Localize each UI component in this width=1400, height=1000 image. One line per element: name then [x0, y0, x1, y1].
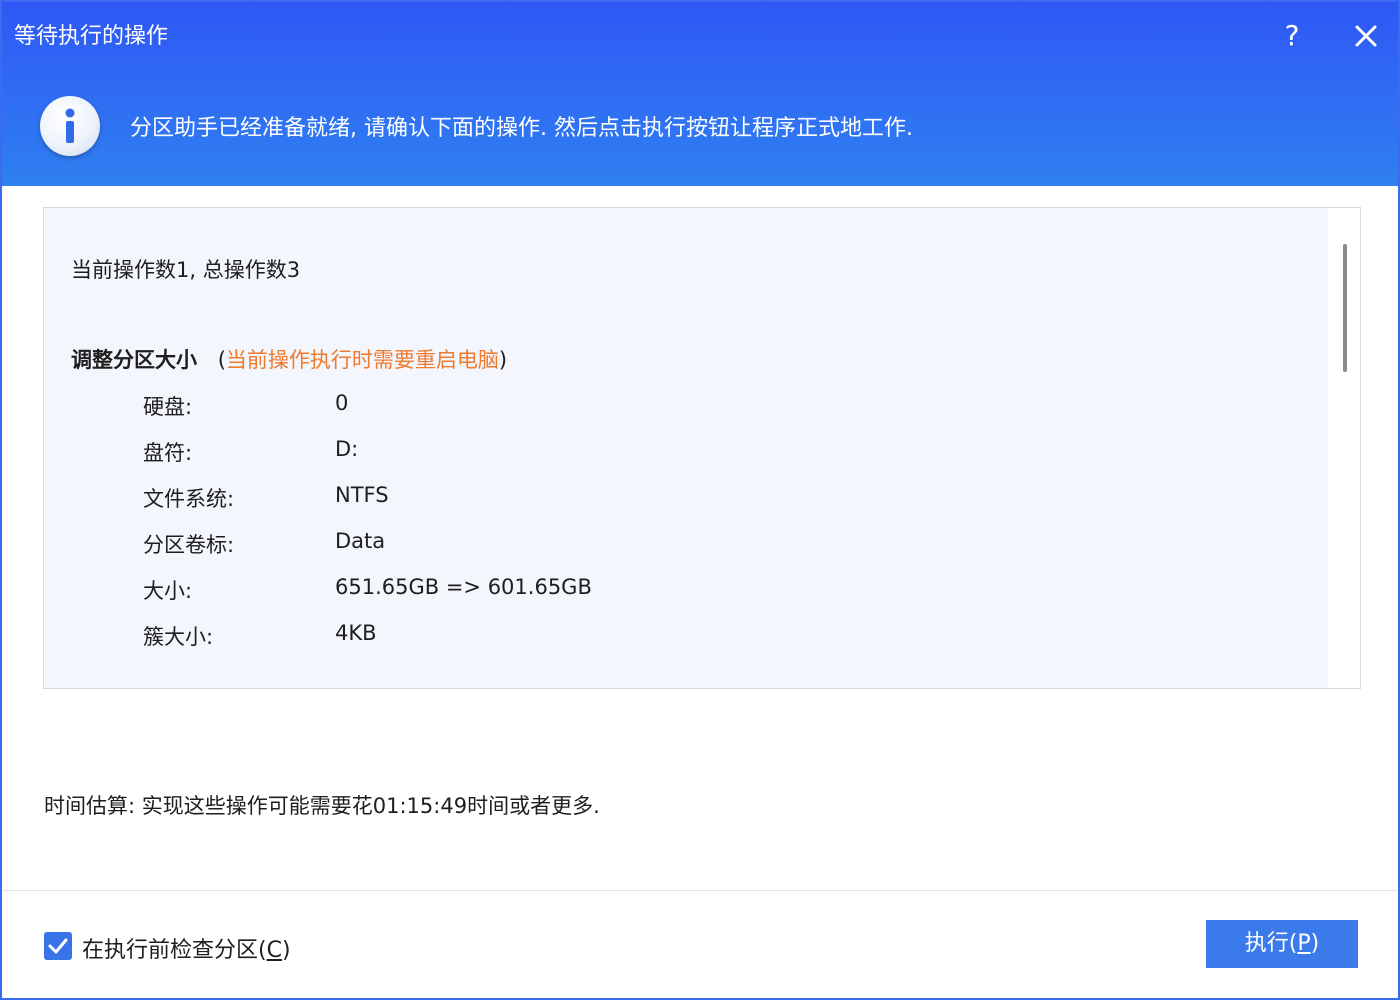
prop-label-filesystem: 文件系统: — [143, 487, 235, 511]
execute-mnemonic: P — [1297, 931, 1311, 956]
restart-warning: 当前操作执行时需要重启电脑 — [225, 348, 499, 372]
close-icon — [1355, 25, 1377, 47]
dialog-window: 等待执行的操作 ? 分区助手已经准备就绪, 请确认下面的操作. 然后点击执行按钮… — [0, 0, 1400, 1000]
operation-count: 当前操作数1, 总操作数3 — [71, 258, 301, 282]
prop-label-volume-label: 分区卷标: — [143, 533, 235, 557]
check-before-label: 在执行前检查分区(C) — [82, 938, 291, 963]
prop-value-volume-label: Data — [335, 529, 386, 553]
operations-panel: 当前操作数1, 总操作数3 调整分区大小 (当前操作执行时需要重启电脑) 硬盘:… — [43, 207, 1361, 689]
operation-name: 调整分区大小 — [71, 348, 197, 372]
footer-divider — [2, 890, 1398, 891]
prop-value-drive-letter: D: — [335, 437, 359, 461]
prop-value-disk: 0 — [335, 391, 349, 415]
scrollbar-thumb[interactable] — [1343, 244, 1347, 372]
check-before-checkbox[interactable] — [44, 932, 72, 960]
vertical-scrollbar[interactable] — [1328, 208, 1360, 688]
dialog-header: 等待执行的操作 ? 分区助手已经准备就绪, 请确认下面的操作. 然后点击执行按钮… — [2, 2, 1398, 186]
checkmark-icon — [48, 938, 68, 954]
info-icon — [40, 96, 100, 156]
prop-value-cluster-size: 4KB — [335, 621, 377, 645]
prop-value-filesystem: NTFS — [335, 483, 389, 507]
prop-label-cluster-size: 簇大小: — [143, 625, 214, 649]
info-message: 分区助手已经准备就绪, 请确认下面的操作. 然后点击执行按钮让程序正式地工作. — [130, 116, 913, 141]
prop-label-disk: 硬盘: — [143, 395, 193, 419]
execute-button[interactable]: 执行(P) — [1206, 920, 1358, 968]
check-before-mnemonic: C — [266, 938, 282, 963]
help-button[interactable]: ? — [1272, 16, 1312, 56]
prop-label-drive-letter: 盘符: — [143, 441, 193, 465]
close-button[interactable] — [1346, 16, 1386, 56]
warning-paren-open: ( — [217, 348, 226, 372]
dialog-title: 等待执行的操作 — [14, 24, 169, 49]
prop-value-size: 651.65GB => 601.65GB — [335, 575, 592, 599]
time-estimate: 时间估算: 实现这些操作可能需要花01:15:49时间或者更多. — [44, 794, 600, 818]
operation-title: 调整分区大小 (当前操作执行时需要重启电脑) — [71, 344, 507, 374]
prop-label-size: 大小: — [143, 579, 193, 603]
warning-paren-close: ) — [498, 348, 508, 372]
